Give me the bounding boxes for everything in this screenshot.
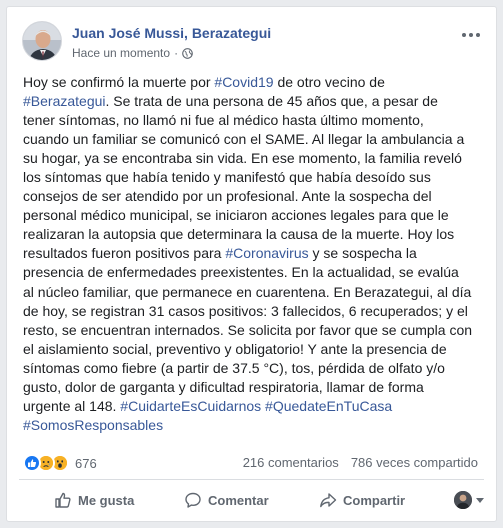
comment-button-label: Comentar: [208, 492, 269, 508]
post-text-segment: resultados fueron positivos para: [23, 245, 226, 262]
reaction-count: 676: [75, 455, 97, 471]
actions-divider: [19, 479, 484, 480]
hashtag-link[interactable]: #Covid19: [214, 74, 273, 90]
post-text-line: consejos de ser atendido por un profesio…: [23, 187, 485, 206]
author-avatar-image: [23, 22, 61, 60]
post-text-segment: . Se trata de una persona de 45 años que…: [105, 93, 438, 110]
post-text-line: su hogar, ya se encontraba sin vida. En …: [23, 149, 485, 168]
post-text-segment: cuando un familiar se comunicó con el SA…: [23, 131, 465, 148]
post-text-segment: de hoy, se registran 31 casos positivos:…: [23, 302, 468, 319]
post-header: Juan José Mussi, Berazategui Hace un mom…: [22, 21, 484, 65]
post-text-line: #Berazategui. Se trata de una persona de…: [23, 92, 485, 111]
hashtag-link[interactable]: #Coronavirus: [225, 245, 308, 261]
post-text-segment: Hoy se confirmó la muerte por: [23, 74, 215, 90]
hashtag-link[interactable]: #SomosResponsables: [23, 417, 163, 433]
post-timestamp[interactable]: Hace un momento: [72, 46, 170, 60]
like-reaction-icon: [23, 454, 41, 472]
viewer-avatar: [454, 491, 472, 509]
post-text-segment: presencia de enfermedades preexistentes.…: [23, 264, 459, 281]
post-text-line: cuando un familiar se comunicó con el SA…: [23, 130, 485, 149]
post-card: Juan José Mussi, Berazategui Hace un mom…: [6, 6, 497, 522]
hashtag-link[interactable]: #CuidarteEsCuidarnos: [120, 398, 261, 414]
post-meta: Hace un momento ·: [72, 46, 193, 60]
post-text-line: de hoy, se registran 31 casos positivos:…: [23, 302, 485, 321]
post-text-line: resultados fueron positivos para #Corona…: [23, 244, 485, 263]
post-text-segment: al núcleo familiar, que permanece en cua…: [23, 283, 472, 300]
post-text-segment: el aislamiento social, preventivo y obli…: [23, 340, 447, 357]
post-text-line: resto, se encuentran internados. Se soli…: [23, 321, 485, 340]
globe-icon[interactable]: [182, 47, 193, 59]
post-text-segment: consejos de ser atendido por un profesio…: [23, 188, 432, 205]
post-text-line: urgente al 148. #CuidarteEsCuidarnos #Qu…: [23, 397, 485, 416]
post-text-line: tener síntomas, no llamó ni fue al médic…: [23, 111, 485, 130]
comments-count[interactable]: 216 comentarios: [243, 455, 339, 470]
share-arrow-icon: [320, 493, 337, 508]
post-text-line: personal médico municipal, se iniciaron …: [23, 206, 485, 225]
post-text-line: Hoy se confirmó la muerte por #Covid19 d…: [23, 73, 485, 92]
share-button[interactable]: Compartir: [319, 484, 405, 516]
post-text-segment: los síntomas que había tenido y manifest…: [23, 169, 431, 186]
chevron-down-icon: [476, 497, 484, 503]
post-text-segment: gusto, dolor de garganta y dificultad re…: [23, 378, 424, 395]
share-button-label: Compartir: [343, 492, 406, 508]
post-text-segment: de otro vecino de: [273, 74, 385, 90]
reactions-summary[interactable]: 676: [23, 454, 97, 472]
post-text: Hoy se confirmó la muerte por #Covid19 d…: [23, 73, 485, 435]
engagement-counts: 216 comentarios 786 veces compartido: [243, 455, 478, 470]
thumbs-up-icon: [55, 492, 71, 508]
post-text-segment: urgente al 148.: [23, 397, 121, 414]
more-options-icon[interactable]: [460, 27, 482, 43]
post-text-line: gusto, dolor de garganta y dificultad re…: [23, 378, 485, 397]
meta-separator: ·: [174, 46, 179, 60]
comment-button[interactable]: Comentar: [184, 484, 269, 516]
post-text-segment: síntomas como fiebre (a partir de 37.5 °…: [23, 359, 445, 376]
post-text-line: el aislamiento social, preventivo y obli…: [23, 340, 485, 359]
post-actions: Me gusta Comentar Compartir: [19, 483, 484, 517]
post-text-segment: tener síntomas, no llamó ni fue al médic…: [23, 112, 424, 129]
comment-icon: [185, 492, 201, 508]
post-text-segment: personal médico municipal, se iniciaron …: [23, 207, 449, 224]
post-text-line: al núcleo familiar, que permanece en cua…: [23, 283, 485, 302]
like-button[interactable]: Me gusta: [54, 484, 134, 516]
like-button-label: Me gusta: [78, 492, 135, 508]
post-text-line: síntomas como fiebre (a partir de 37.5 °…: [23, 359, 485, 378]
post-text-line: presencia de enfermedades preexistentes.…: [23, 263, 485, 282]
author-name[interactable]: Juan José Mussi, Berazategui: [72, 25, 271, 41]
post-text-segment: y se sospecha la: [308, 245, 417, 262]
post-text-segment: su hogar, ya se encontraba sin vida. En …: [23, 150, 462, 167]
hashtag-link[interactable]: #Berazategui: [23, 93, 106, 109]
post-text-segment: realizaran la autopsia que determinara l…: [23, 226, 455, 243]
shares-count[interactable]: 786 veces compartido: [351, 455, 478, 470]
post-text-line: #SomosResponsables: [23, 416, 485, 435]
post-text-line: los síntomas que había tenido y manifest…: [23, 168, 485, 187]
post-text-segment: resto, se encuentran internados. Se soli…: [23, 321, 473, 338]
post-stats: 676 216 comentarios 786 veces compartido: [23, 453, 482, 475]
post-as-selector[interactable]: [454, 491, 484, 509]
post-text-line: realizaran la autopsia que determinara l…: [23, 225, 485, 244]
hashtag-link[interactable]: #QuedateEnTuCasa: [265, 398, 392, 414]
author-avatar[interactable]: [22, 21, 62, 61]
